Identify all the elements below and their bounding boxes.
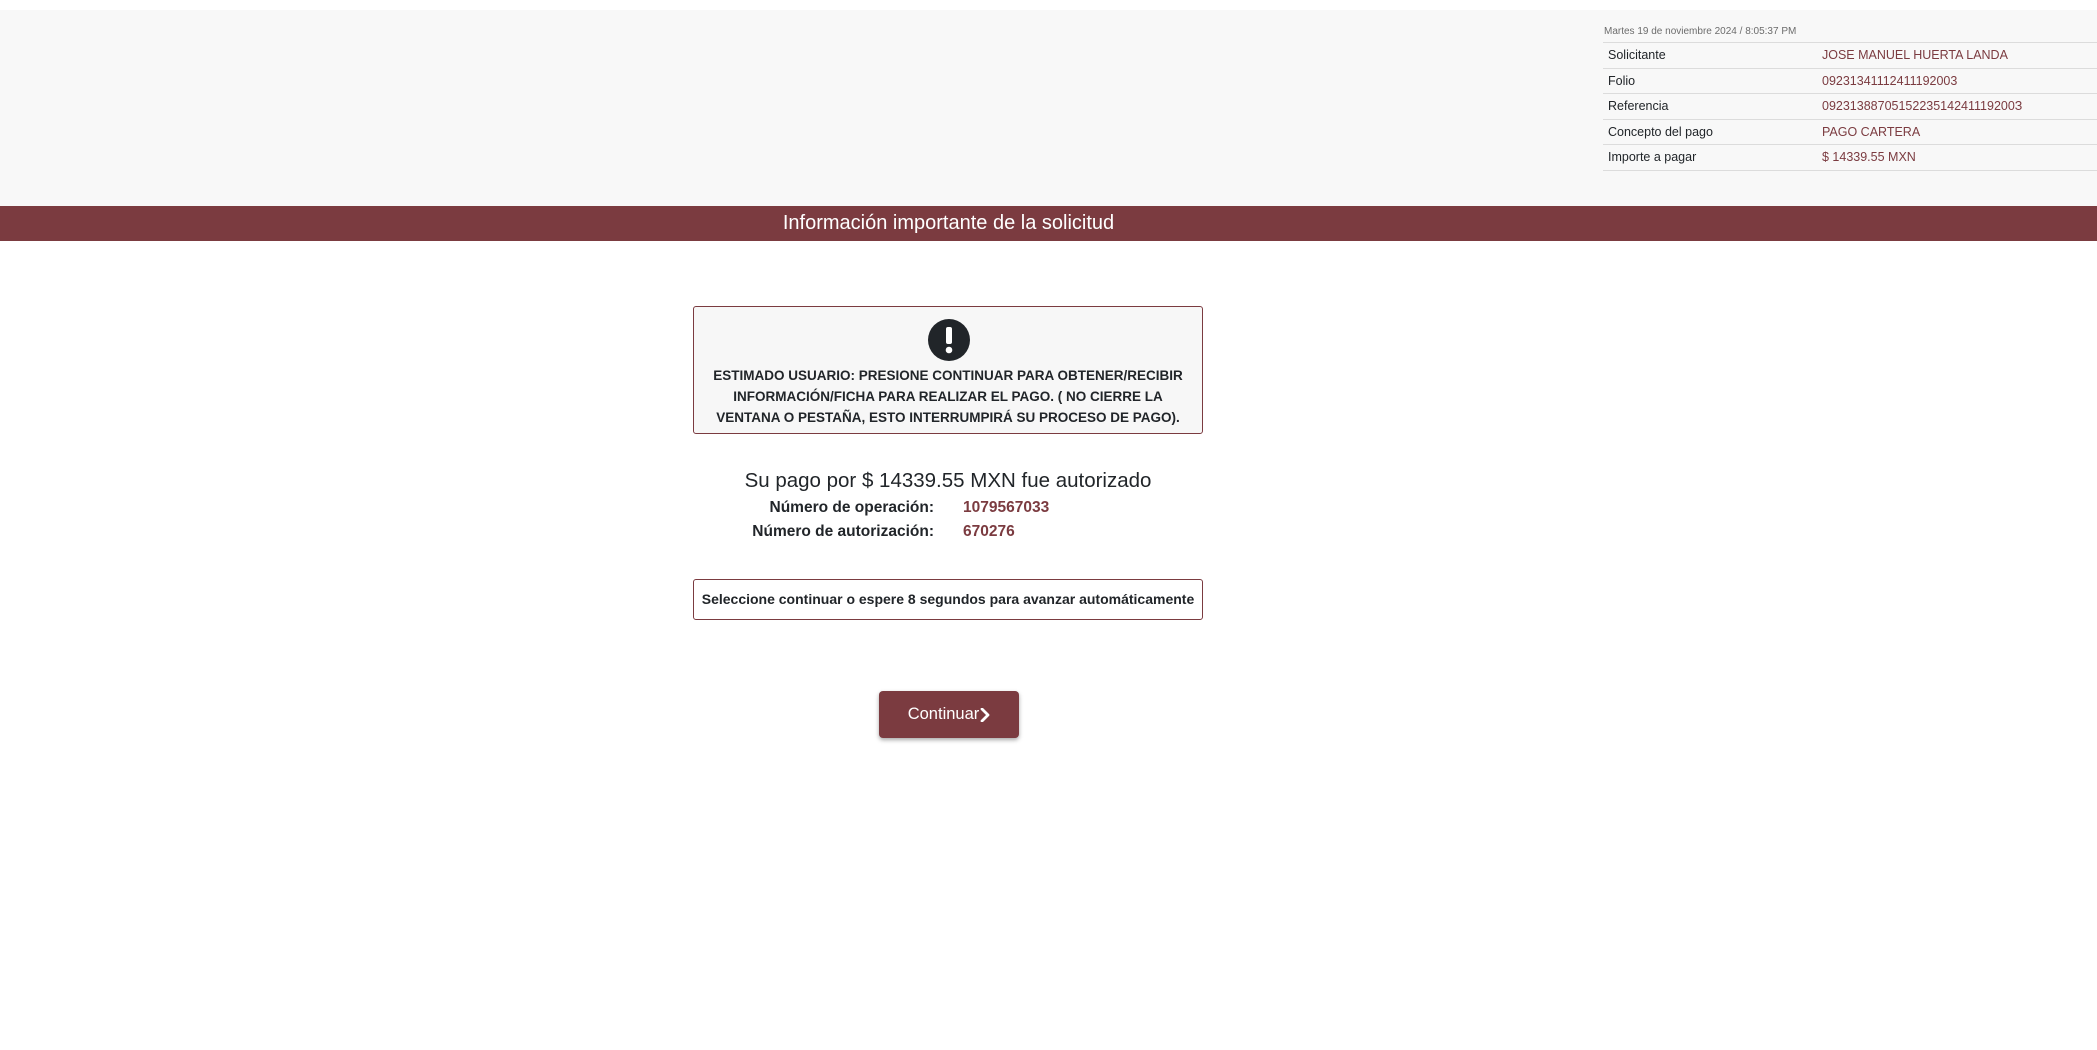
- warning-alert: ESTIMADO USUARIO: PRESIONE CONTINUAR PAR…: [693, 306, 1203, 434]
- info-label: Referencia: [1603, 93, 1817, 119]
- authorization-number-row: Número de autorización: 670276: [0, 521, 2097, 543]
- info-label: Concepto del pago: [1603, 118, 1817, 145]
- info-value: JOSE MANUEL HUERTA LANDA: [1817, 42, 2097, 68]
- operation-number-label: Número de operación:: [769, 499, 935, 516]
- operation-number-value: 1079567033: [963, 499, 1050, 516]
- chevron-right-icon: [980, 707, 990, 722]
- operation-number-row: Número de operación: 1079567033: [0, 497, 2097, 519]
- info-value: PAGO CARTERA: [1817, 118, 2097, 145]
- continue-button[interactable]: Continuar: [879, 691, 1019, 738]
- info-row-folio: Folio 09231341112411192003: [1603, 67, 2097, 94]
- exclamation-circle-icon: [928, 319, 970, 361]
- request-info-panel: Martes 19 de noviembre 2024 / 8:05:37 PM…: [1603, 26, 2097, 171]
- payment-summary: Su pago por $ 14339.55 MXN fue autorizad…: [744, 469, 1152, 492]
- info-row-importe: Importe a pagar $ 14339.55 MXN: [1603, 144, 2097, 171]
- auto-advance-notice: Seleccione continuar o espere 8 segundos…: [693, 579, 1203, 620]
- authorization-number-value: 670276: [963, 523, 1015, 540]
- current-date: Martes 19 de noviembre 2024 / 8:05:37 PM: [1604, 26, 1797, 37]
- banner-title: Información importante de la solicitud: [782, 212, 1115, 234]
- info-row-referencia: Referencia 0923138870515223514241119200З: [1603, 93, 2097, 119]
- info-label: Folio: [1603, 67, 1817, 94]
- authorization-number-label: Número de autorización:: [752, 523, 934, 540]
- info-row-concepto: Concepto del pago PAGO CARTERA: [1603, 118, 2097, 145]
- request-info-table: Solicitante JOSE MANUEL HUERTA LANDA Fol…: [1603, 42, 2097, 171]
- info-value: 09231341112411192003: [1817, 67, 2097, 94]
- info-label: Solicitante: [1603, 42, 1817, 68]
- alert-message: ESTIMADO USUARIO: PRESIONE CONTINUAR PAR…: [713, 368, 1183, 425]
- info-value: $ 14339.55 MXN: [1817, 144, 2097, 171]
- info-label: Importe a pagar: [1603, 144, 1817, 171]
- section-banner: Información importante de la solicitud: [0, 206, 2097, 241]
- info-row-solicitante: Solicitante JOSE MANUEL HUERTA LANDA: [1603, 42, 2097, 68]
- info-value: 0923138870515223514241119200З: [1817, 93, 2097, 119]
- continue-button-label: Continuar: [907, 705, 980, 723]
